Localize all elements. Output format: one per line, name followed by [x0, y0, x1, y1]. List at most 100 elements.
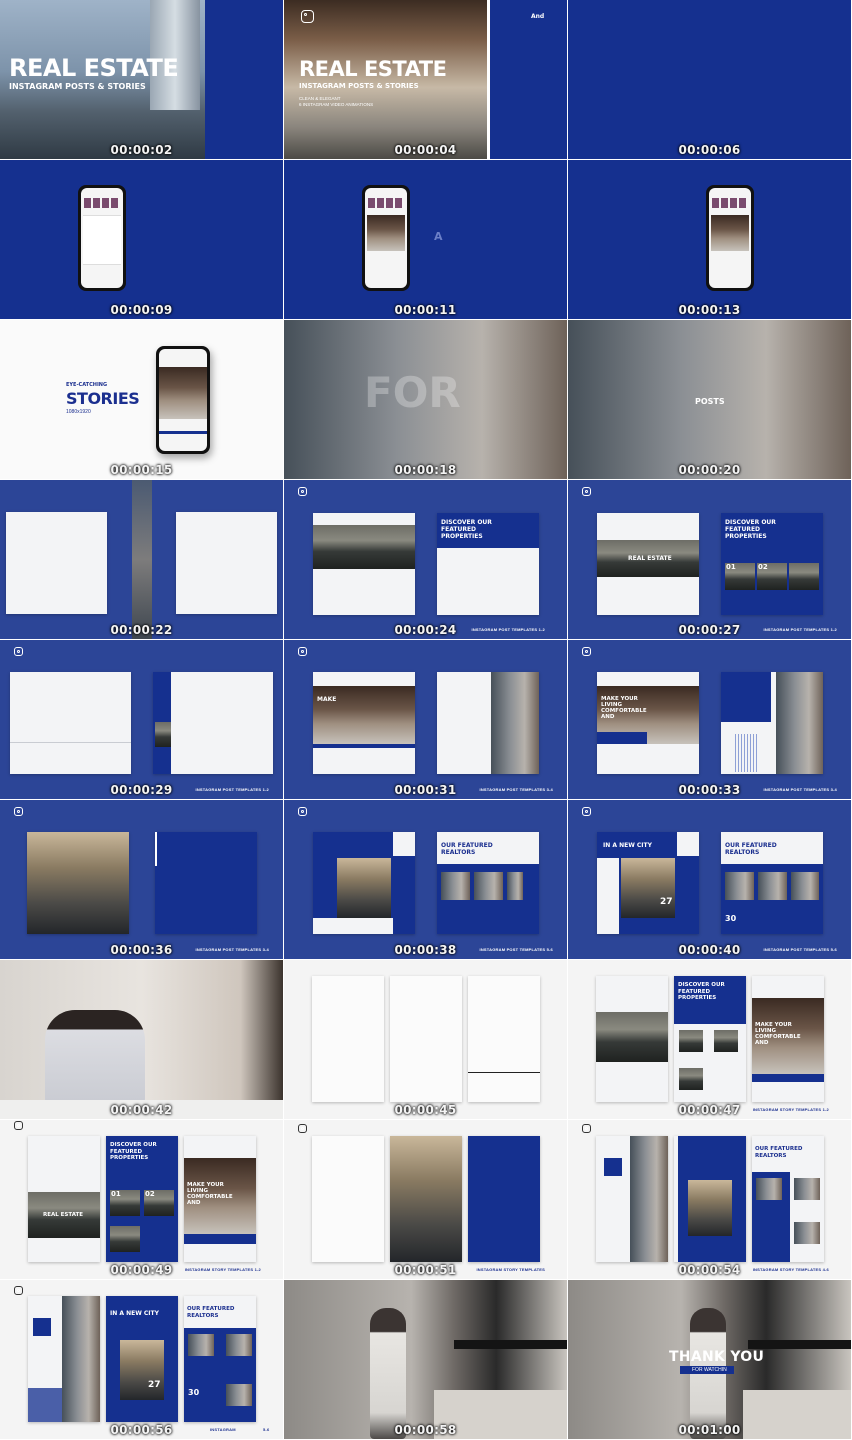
frame-9[interactable]: POSTS 00:00:20 [568, 320, 851, 479]
post-card [27, 832, 129, 934]
letter-a: A [434, 230, 443, 243]
frame-5[interactable]: A 00:00:11 [284, 160, 567, 319]
for-watching-text: FOR WATCHIN [692, 1367, 727, 1373]
instagram-icon [14, 1121, 23, 1130]
story-card [390, 976, 462, 1102]
timestamp: 00:00:38 [394, 943, 457, 957]
timestamp: 00:00:24 [394, 623, 457, 637]
frame-2[interactable]: REAL ESTATE INSTAGRAM POSTS & STORIES CL… [284, 0, 567, 159]
story-card [28, 1296, 100, 1422]
frame-25[interactable]: IN A NEW CITY 27 OUR FEATURED REALTORS 3… [0, 1280, 283, 1439]
number-27: 27 [660, 897, 673, 907]
timestamp: 00:00:11 [394, 303, 457, 317]
frame-14[interactable]: MAKE INSTAGRAM POST TEMPLATES 3-4 00:00:… [284, 640, 567, 799]
timestamp: 00:00:54 [678, 1263, 741, 1277]
story-card [468, 976, 540, 1102]
timestamp: 00:00:42 [110, 1103, 173, 1117]
and-text: And [531, 13, 545, 20]
story-card: IN A NEW CITY 27 [106, 1296, 178, 1422]
instagram-icon [582, 807, 591, 816]
timestamp: 00:00:02 [110, 143, 173, 157]
frame-6[interactable]: 00:00:13 [568, 160, 851, 319]
timestamp: 00:01:00 [678, 1423, 741, 1437]
frame-11[interactable]: DISCOVER OUR FEATURED PROPERTIES INSTAGR… [284, 480, 567, 639]
instagram-icon [582, 1124, 591, 1133]
timestamp: 00:00:27 [678, 623, 741, 637]
number-30: 30 [188, 1388, 200, 1397]
timestamp: 00:00:13 [678, 303, 741, 317]
eye-catching-label: EYE-CATCHING [66, 382, 108, 388]
frame-22[interactable]: REAL ESTATE DISCOVER OUR FEATURED PROPER… [0, 1120, 283, 1279]
frame-19[interactable]: 00:00:42 [0, 960, 283, 1119]
discover-heading: DISCOVER OUR FEATURED PROPERTIES [678, 982, 725, 1001]
make-living-label: MAKE YOUR LIVING COMFORTABLE AND [755, 1022, 801, 1046]
frame-18[interactable]: IN A NEW CITY 27 OUR FEATURED REALTORS 3… [568, 800, 851, 959]
featured-realtors: OUR FEATURED REALTORS [725, 842, 777, 856]
make-living-label: MAKE YOUR LIVING COMFORTABLE AND [601, 696, 647, 720]
phone-mockup [156, 346, 210, 454]
frame-4[interactable]: 00:00:09 [0, 160, 283, 319]
instagram-icon [14, 1286, 23, 1295]
frame-15[interactable]: MAKE YOUR LIVING COMFORTABLE AND INSTAGR… [568, 640, 851, 799]
number-02: 02 [758, 563, 768, 571]
make-label: MAKE [317, 696, 337, 703]
instagram-icon [298, 647, 307, 656]
timestamp: 00:00:47 [678, 1103, 741, 1117]
frame-3[interactable]: 00:00:06 [568, 0, 851, 159]
post-card [437, 672, 539, 774]
frame-16[interactable]: INSTAGRAM POST TEMPLATES 3-4 00:00:36 [0, 800, 283, 959]
number-02: 02 [145, 1190, 155, 1198]
real-estate-label: REAL ESTATE [628, 555, 672, 562]
frame-10[interactable]: 00:00:22 [0, 480, 283, 639]
timestamp: 00:00:18 [394, 463, 457, 477]
instagram-icon [298, 1124, 307, 1133]
story-card: OUR FEATURED REALTORS [752, 1136, 824, 1262]
timestamp: 00:00:58 [394, 1423, 457, 1437]
frame-8[interactable]: FOR 00:00:18 [284, 320, 567, 479]
frame-13[interactable]: INSTAGRAM POST TEMPLATES 1-2 00:00:29 [0, 640, 283, 799]
timestamp: 00:00:04 [394, 143, 457, 157]
phone-mockup [362, 185, 410, 291]
timestamp: 00:00:36 [110, 943, 173, 957]
frame-1[interactable]: REAL ESTATE INSTAGRAM POSTS & STORIES 00… [0, 0, 283, 159]
tagline-2: 6 INSTAGRAM VIDEO ANIMATIONS [299, 102, 374, 107]
timestamp: 00:00:45 [394, 1103, 457, 1117]
stories-title: STORIES [66, 389, 140, 408]
post-card [6, 512, 107, 614]
featured-realtors: OUR FEATURED REALTORS [441, 842, 493, 856]
storyboard-grid: REAL ESTATE INSTAGRAM POSTS & STORIES 00… [0, 0, 852, 1440]
frame-21[interactable]: DISCOVER OUR FEATURED PROPERTIES MAKE YO… [568, 960, 851, 1119]
frame-17[interactable]: OUR FEATURED REALTORS INSTAGRAM POST TEM… [284, 800, 567, 959]
story-card [596, 976, 668, 1102]
instagram-icon [582, 487, 591, 496]
timestamp: 00:00:49 [110, 1263, 173, 1277]
story-card [596, 1136, 668, 1262]
post-card [721, 672, 823, 774]
frame-24[interactable]: OUR FEATURED REALTORS INSTAGRAM STORY TE… [568, 1120, 851, 1279]
instagram-icon [582, 647, 591, 656]
make-living-label: MAKE YOUR LIVING COMFORTABLE AND [187, 1182, 233, 1206]
post-card [313, 832, 415, 934]
story-card: DISCOVER OUR FEATURED PROPERTIES [674, 976, 746, 1102]
in-new-city: IN A NEW CITY [603, 842, 652, 849]
for-text: FOR [364, 368, 461, 417]
subtitle: INSTAGRAM POSTS & STORIES [9, 82, 146, 91]
timestamp: 00:00:33 [678, 783, 741, 797]
discover-heading: DISCOVER OUR FEATURED PROPERTIES [110, 1142, 157, 1161]
story-card: MAKE YOUR LIVING COMFORTABLE AND [752, 976, 824, 1102]
phone-mockup [706, 185, 754, 291]
frame-26[interactable]: 00:00:58 [284, 1280, 567, 1439]
number-01: 01 [726, 563, 736, 571]
thank-you-text: THANK YOU [669, 1349, 765, 1365]
frame-20[interactable]: 00:00:45 [284, 960, 567, 1119]
frame-7[interactable]: EYE-CATCHING STORIES 1080x1920 00:00:15 [0, 320, 283, 479]
story-card [390, 1136, 462, 1262]
timestamp: 00:00:51 [394, 1263, 457, 1277]
post-card: DISCOVER OUR FEATURED PROPERTIES [437, 513, 539, 615]
frame-23[interactable]: INSTAGRAM STORY TEMPLATES 00:00:51 [284, 1120, 567, 1279]
timestamp: 00:00:15 [110, 463, 173, 477]
post-card: OUR FEATURED REALTORS 30 [721, 832, 823, 934]
frame-27[interactable]: THANK YOU FOR WATCHIN 00:01:00 [568, 1280, 851, 1439]
instagram-icon [298, 807, 307, 816]
frame-12[interactable]: REAL ESTATE DISCOVER OUR FEATURED PROPER… [568, 480, 851, 639]
